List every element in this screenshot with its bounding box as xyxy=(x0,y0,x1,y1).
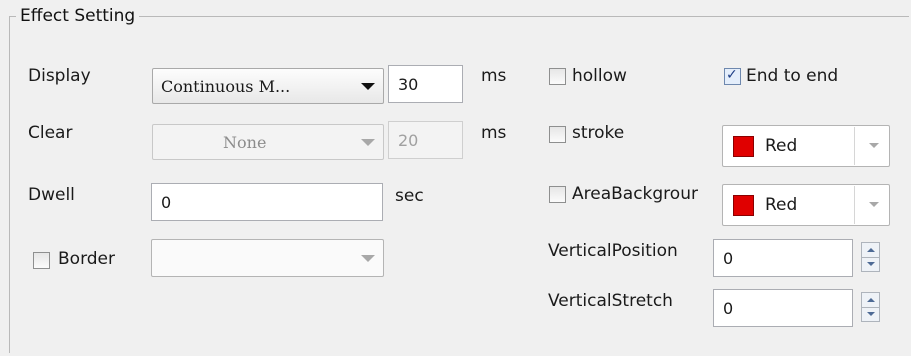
clear-unit-label: ms xyxy=(481,123,507,143)
vertical-position-input[interactable]: 0 xyxy=(713,239,853,277)
spin-up-icon[interactable] xyxy=(862,293,879,308)
spin-up-icon[interactable] xyxy=(862,243,879,258)
area-background-checkbox[interactable] xyxy=(549,186,566,203)
clear-label: Clear xyxy=(28,123,73,143)
chevron-down-icon xyxy=(361,139,375,146)
end-to-end-checkbox[interactable]: ✓ xyxy=(724,67,741,85)
dropdown-separator xyxy=(854,127,855,165)
end-to-end-label: End to end xyxy=(746,66,839,86)
border-select[interactable] xyxy=(151,239,384,277)
display-speed-input[interactable]: 30 xyxy=(388,65,463,103)
chevron-down-icon xyxy=(361,255,375,262)
group-title: Effect Setting xyxy=(16,6,140,26)
dropdown-separator xyxy=(854,186,855,224)
hollow-label: hollow xyxy=(572,66,627,86)
color-swatch xyxy=(733,195,754,216)
area-background-color-value: Red xyxy=(765,195,798,215)
display-label: Display xyxy=(28,66,91,86)
color-swatch xyxy=(733,136,754,157)
chevron-down-icon xyxy=(869,143,879,148)
vertical-position-spinner[interactable] xyxy=(861,242,880,272)
clear-mode-value: None xyxy=(223,132,267,152)
dwell-label: Dwell xyxy=(28,185,75,205)
chevron-down-icon xyxy=(361,83,375,90)
stroke-color-value: Red xyxy=(765,136,798,156)
display-mode-value: Continuous M... xyxy=(161,76,291,96)
stroke-label: stroke xyxy=(572,123,625,143)
chevron-down-icon xyxy=(869,202,879,207)
clear-speed-input[interactable]: 20 xyxy=(388,121,463,159)
area-background-label: AreaBackgrour xyxy=(572,184,698,204)
border-label: Border xyxy=(58,249,115,269)
border-checkbox[interactable] xyxy=(33,252,50,269)
display-mode-select[interactable]: Continuous M... xyxy=(152,68,384,104)
vertical-stretch-spinner[interactable] xyxy=(861,292,880,322)
vertical-stretch-label: VerticalStretch xyxy=(548,291,673,311)
stroke-checkbox[interactable] xyxy=(549,126,566,143)
vertical-position-label: VerticalPosition xyxy=(548,241,678,261)
vertical-stretch-input[interactable]: 0 xyxy=(713,289,853,327)
display-unit-label: ms xyxy=(481,66,507,86)
stroke-color-select[interactable]: Red xyxy=(722,125,890,167)
clear-mode-select[interactable]: None xyxy=(152,124,384,160)
check-icon: ✓ xyxy=(726,67,738,83)
spin-down-icon[interactable] xyxy=(862,257,879,271)
hollow-checkbox[interactable] xyxy=(549,68,566,85)
spin-down-icon[interactable] xyxy=(862,307,879,321)
dwell-input[interactable]: 0 xyxy=(151,183,383,221)
area-background-color-select[interactable]: Red xyxy=(722,184,890,226)
dwell-unit-label: sec xyxy=(395,186,424,206)
